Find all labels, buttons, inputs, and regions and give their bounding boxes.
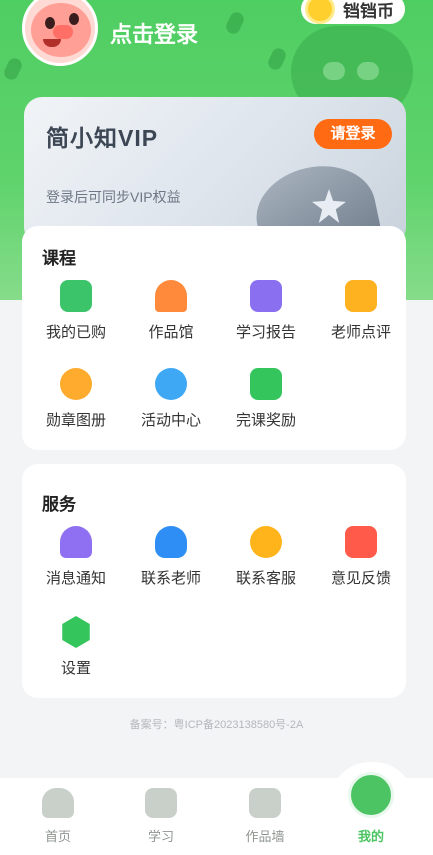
tab-mine[interactable]: 我的 bbox=[331, 772, 411, 845]
course-item-completion-reward[interactable]: 完课奖励 bbox=[218, 368, 314, 430]
coins-badge[interactable]: 铛铛币 bbox=[301, 0, 405, 24]
coin-icon bbox=[305, 0, 335, 24]
service-item-notifications[interactable]: 消息通知 bbox=[28, 526, 124, 588]
services-title: 服务 bbox=[42, 495, 76, 514]
course-item-label: 我的已购 bbox=[45, 324, 106, 341]
leaf-decoration bbox=[2, 56, 24, 82]
login-link[interactable]: 点击登录 bbox=[110, 17, 198, 49]
service-icon bbox=[250, 526, 282, 558]
vip-card[interactable]: 简小知VIP 登录后可同步VIP权益 请登录 bbox=[24, 97, 406, 245]
course-item-medals[interactable]: 勋章图册 bbox=[28, 368, 124, 430]
course-item-label: 老师点评 bbox=[330, 324, 391, 341]
courses-title: 课程 bbox=[42, 249, 76, 268]
tab-works-wall[interactable]: 作品墙 bbox=[225, 788, 305, 845]
course-item-label: 完课奖励 bbox=[235, 412, 296, 429]
balloon-icon bbox=[155, 368, 187, 400]
avatar-eye bbox=[69, 13, 79, 25]
service-item-customer-service[interactable]: 联系客服 bbox=[218, 526, 314, 588]
course-item-label: 活动中心 bbox=[140, 412, 201, 429]
bottom-nav: 首页 学习 作品墙 我的 bbox=[0, 772, 433, 855]
course-item-label: 作品馆 bbox=[148, 324, 194, 341]
service-item-label: 设置 bbox=[60, 660, 91, 677]
course-item-gallery[interactable]: 作品馆 bbox=[123, 280, 219, 342]
home-icon bbox=[42, 788, 74, 818]
teacher-icon bbox=[155, 526, 187, 558]
service-item-label: 联系老师 bbox=[140, 570, 201, 587]
course-item-teacher-comment[interactable]: 老师点评 bbox=[313, 280, 409, 342]
vip-login-button[interactable]: 请登录 bbox=[314, 119, 392, 149]
bell-icon bbox=[60, 526, 92, 558]
vip-logo: 简小知VIP bbox=[46, 125, 159, 151]
gallery-icon bbox=[155, 280, 187, 312]
course-item-purchased[interactable]: 我的已购 bbox=[28, 280, 124, 342]
tab-home[interactable]: 首页 bbox=[18, 788, 98, 845]
tab-label: 学习 bbox=[147, 829, 174, 844]
play-icon bbox=[145, 788, 177, 818]
comment-icon bbox=[345, 280, 377, 312]
book-icon bbox=[60, 280, 92, 312]
leaf-decoration bbox=[266, 46, 288, 72]
medal-icon bbox=[60, 368, 92, 400]
service-item-label: 意见反馈 bbox=[330, 570, 391, 587]
image-icon bbox=[249, 788, 281, 818]
vip-subtitle: 登录后可同步VIP权益 bbox=[46, 189, 181, 205]
avatar-nose bbox=[53, 25, 73, 39]
leaf-decoration bbox=[224, 10, 246, 36]
settings-icon bbox=[62, 616, 90, 648]
tab-label: 作品墙 bbox=[245, 829, 285, 844]
service-item-settings[interactable]: 设置 bbox=[28, 616, 124, 678]
course-item-label: 勋章图册 bbox=[45, 412, 106, 429]
service-item-label: 消息通知 bbox=[45, 570, 106, 587]
tab-label: 首页 bbox=[44, 829, 71, 844]
course-item-label: 学习报告 bbox=[235, 324, 296, 341]
tab-label: 我的 bbox=[357, 829, 384, 844]
icp-record: 备案号：粤ICP备2023138580号-2A bbox=[129, 719, 304, 731]
tab-study[interactable]: 学习 bbox=[121, 788, 201, 845]
service-item-contact-teacher[interactable]: 联系老师 bbox=[123, 526, 219, 588]
calendar-check-icon bbox=[250, 368, 282, 400]
coins-label: 铛铛币 bbox=[343, 1, 394, 21]
report-icon bbox=[250, 280, 282, 312]
course-item-activities[interactable]: 活动中心 bbox=[123, 368, 219, 430]
courses-card: 课程 我的已购 作品馆 学习报告 老师点评 勋章图册 活动中心 完课奖励 bbox=[22, 226, 406, 450]
feedback-icon bbox=[345, 526, 377, 558]
pig-icon bbox=[348, 772, 394, 818]
course-item-report[interactable]: 学习报告 bbox=[218, 280, 314, 342]
service-item-label: 联系客服 bbox=[235, 570, 296, 587]
service-item-feedback[interactable]: 意见反馈 bbox=[313, 526, 409, 588]
services-card: 服务 消息通知 联系老师 联系客服 意见反馈 设置 bbox=[22, 464, 406, 698]
